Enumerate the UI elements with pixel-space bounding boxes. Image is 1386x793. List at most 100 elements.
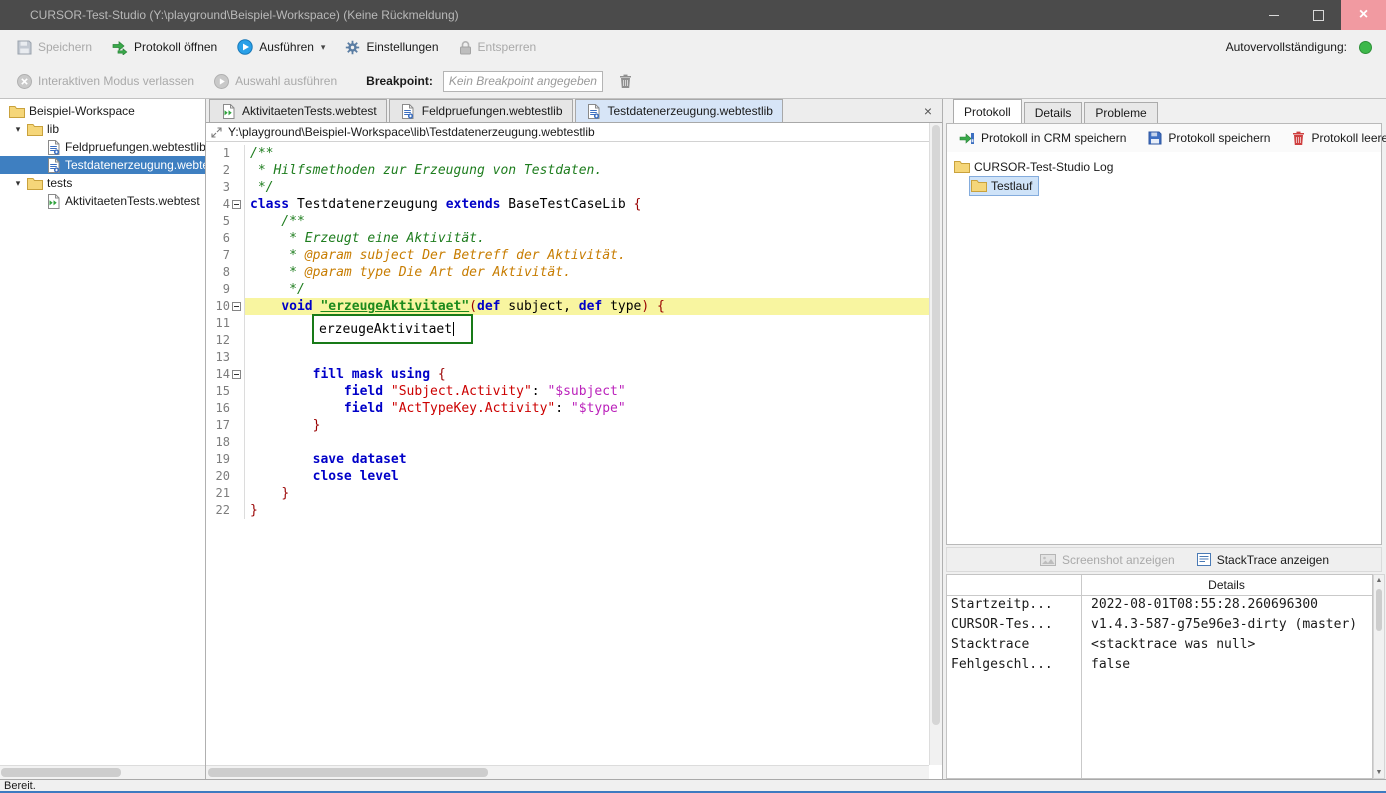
maximize-button[interactable] — [1296, 0, 1341, 30]
code-line[interactable]: 16 field "ActTypeKey.Activity": "$type" — [206, 400, 929, 417]
code-text: * Hilfsmethoden zur Erzeugung von Testda… — [245, 162, 929, 179]
scroll-up-icon[interactable]: ▲ — [1374, 577, 1384, 584]
details-row[interactable]: Stacktrace<stacktrace was null> — [947, 635, 1372, 655]
window-controls: × — [1251, 0, 1386, 30]
expander-icon[interactable]: ▾ — [10, 178, 26, 189]
breakpoint-input[interactable] — [443, 71, 603, 92]
workspace-tree-item[interactable]: ▾lib — [0, 120, 205, 138]
close-editor-icon[interactable]: × — [924, 104, 932, 118]
code-area[interactable]: 1/**2 * Hilfsmethoden zur Erzeugung von … — [206, 142, 929, 765]
code-line[interactable]: 9 */ — [206, 281, 929, 298]
code-line[interactable]: 19 save dataset — [206, 451, 929, 468]
lib-icon — [44, 140, 62, 155]
code-line[interactable]: 8 * @param type Die Art der Aktivität. — [206, 264, 929, 281]
code-line[interactable]: 20 close level — [206, 468, 929, 485]
run-label: Ausführen — [259, 40, 314, 54]
editor-tab[interactable]: AktivitaetenTests.webtest — [209, 99, 387, 122]
editor-vertical-scrollbar[interactable] — [929, 123, 942, 765]
autocomplete-popup[interactable]: erzeugeAktivitaet — [312, 314, 473, 344]
workspace-tree-item[interactable]: Testdatenerzeugung.webtestlib — [0, 156, 205, 174]
editor-tab[interactable]: Feldpruefungen.webtestlib — [389, 99, 573, 122]
code-line[interactable]: 4class Testdatenerzeugung extends BaseTe… — [206, 196, 929, 213]
line-number: 8 — [206, 264, 230, 281]
fold-gutter — [230, 417, 245, 434]
workspace-tree-item[interactable]: ▾tests — [0, 174, 205, 192]
code-line[interactable]: 22} — [206, 502, 929, 519]
scrollbar-thumb[interactable] — [1, 768, 121, 777]
log-tabbar: Protokoll Details Probleme — [943, 99, 1386, 123]
code-line[interactable]: 1/** — [206, 145, 929, 162]
folder-icon — [953, 160, 971, 173]
collapse-icon[interactable] — [232, 370, 241, 379]
save-protocol-crm-button[interactable]: Protokoll in CRM speichern — [952, 128, 1133, 149]
details-row[interactable]: CURSOR-Tes...v1.4.3-587-g75e96e3-dirty (… — [947, 615, 1372, 635]
run-button[interactable]: Ausführen ▾ — [230, 35, 332, 59]
code-line[interactable]: 14 fill mask using { — [206, 366, 929, 383]
fold-marker[interactable] — [230, 298, 245, 315]
line-number: 2 — [206, 162, 230, 179]
code-line[interactable]: 15 field "Subject.Activity": "$subject" — [206, 383, 929, 400]
code-text: close level — [245, 468, 929, 485]
line-number: 6 — [206, 230, 230, 247]
run-selection-button[interactable]: Auswahl ausführen — [207, 70, 344, 93]
code-text: } — [245, 485, 929, 502]
details-row[interactable]: Startzeitp...2022-08-01T08:55:28.2606963… — [947, 595, 1372, 615]
scrollbar-thumb[interactable] — [1376, 589, 1382, 631]
editor-tab[interactable]: Testdatenerzeugung.webtestlib — [575, 99, 783, 122]
save-protocol-crm-label: Protokoll in CRM speichern — [981, 131, 1126, 145]
code-line[interactable]: 18 — [206, 434, 929, 451]
fold-marker[interactable] — [230, 366, 245, 383]
unlock-button[interactable]: Entsperren — [452, 36, 544, 59]
close-button[interactable]: × — [1341, 0, 1386, 30]
leave-interactive-mode-label: Interaktiven Modus verlassen — [38, 74, 194, 88]
leave-interactive-mode-button[interactable]: Interaktiven Modus verlassen — [10, 70, 201, 93]
details-row[interactable]: Fehlgeschl...false — [947, 655, 1372, 675]
autocomplete-label: Autovervollständigung: — [1226, 40, 1347, 54]
code-line[interactable]: 3 */ — [206, 179, 929, 196]
selected-log-item[interactable]: Testlauf — [969, 176, 1039, 196]
collapse-icon[interactable] — [232, 200, 241, 209]
code-line[interactable]: 17 } — [206, 417, 929, 434]
log-panel: Protokoll Details Probleme Protokoll in … — [943, 99, 1386, 779]
save-protocol-button[interactable]: Protokoll speichern — [1141, 128, 1277, 148]
tab-details[interactable]: Details — [1024, 102, 1083, 123]
code-line[interactable]: 2 * Hilfsmethoden zur Erzeugung von Test… — [206, 162, 929, 179]
log-tree-testlauf-item[interactable]: Testlauf — [947, 176, 1381, 195]
fold-gutter — [230, 264, 245, 281]
line-number: 21 — [206, 485, 230, 502]
save-button[interactable]: Speichern — [10, 36, 99, 59]
lib-icon — [44, 158, 62, 173]
maximize-editor-icon[interactable] — [211, 127, 222, 138]
code-line[interactable]: 13 — [206, 349, 929, 366]
log-tree-root-item[interactable]: CURSOR-Test-Studio Log — [947, 157, 1381, 176]
code-line[interactable]: 7 * @param subject Der Betreff der Aktiv… — [206, 247, 929, 264]
details-vertical-scrollbar[interactable]: ▲ ▼ — [1373, 574, 1385, 779]
settings-button[interactable]: Einstellungen — [338, 36, 445, 59]
tab-probleme[interactable]: Probleme — [1084, 102, 1157, 123]
delete-breakpoint-icon[interactable] — [619, 74, 632, 89]
minimize-button[interactable] — [1251, 0, 1296, 30]
code-line[interactable]: 6 * Erzeugt eine Aktivität. — [206, 230, 929, 247]
fold-gutter — [230, 281, 245, 298]
fold-marker[interactable] — [230, 196, 245, 213]
clear-protocol-button[interactable]: Protokoll leeren — [1285, 128, 1386, 149]
run-dropdown-icon[interactable]: ▾ — [321, 42, 326, 53]
sidebar-horizontal-scrollbar[interactable] — [0, 765, 205, 779]
show-screenshot-button[interactable]: Screenshot anzeigen — [1040, 553, 1175, 567]
scrollbar-thumb[interactable] — [932, 125, 940, 725]
workspace-tree-item[interactable]: Feldpruefungen.webtestlib — [0, 138, 205, 156]
code-line[interactable]: 21 } — [206, 485, 929, 502]
workspace-tree-item[interactable]: Beispiel-Workspace — [0, 102, 205, 120]
editor-horizontal-scrollbar[interactable] — [206, 765, 929, 779]
expander-icon[interactable]: ▾ — [10, 124, 26, 135]
show-stacktrace-button[interactable]: StackTrace anzeigen — [1197, 553, 1329, 567]
collapse-icon[interactable] — [232, 302, 241, 311]
code-line[interactable]: 5 /** — [206, 213, 929, 230]
open-protocol-button[interactable]: Protokoll öffnen — [105, 36, 224, 59]
scroll-down-icon[interactable]: ▼ — [1374, 769, 1384, 776]
scrollbar-thumb[interactable] — [208, 768, 488, 777]
workspace-tree-item[interactable]: AktivitaetenTests.webtest — [0, 192, 205, 210]
app-window: CURSOR-Test-Studio (Y:\playground\Beispi… — [0, 0, 1386, 793]
tab-protokoll[interactable]: Protokoll — [953, 99, 1022, 123]
code-line[interactable]: 10 void "erzeugeAktivitaet"(def subject,… — [206, 298, 929, 315]
